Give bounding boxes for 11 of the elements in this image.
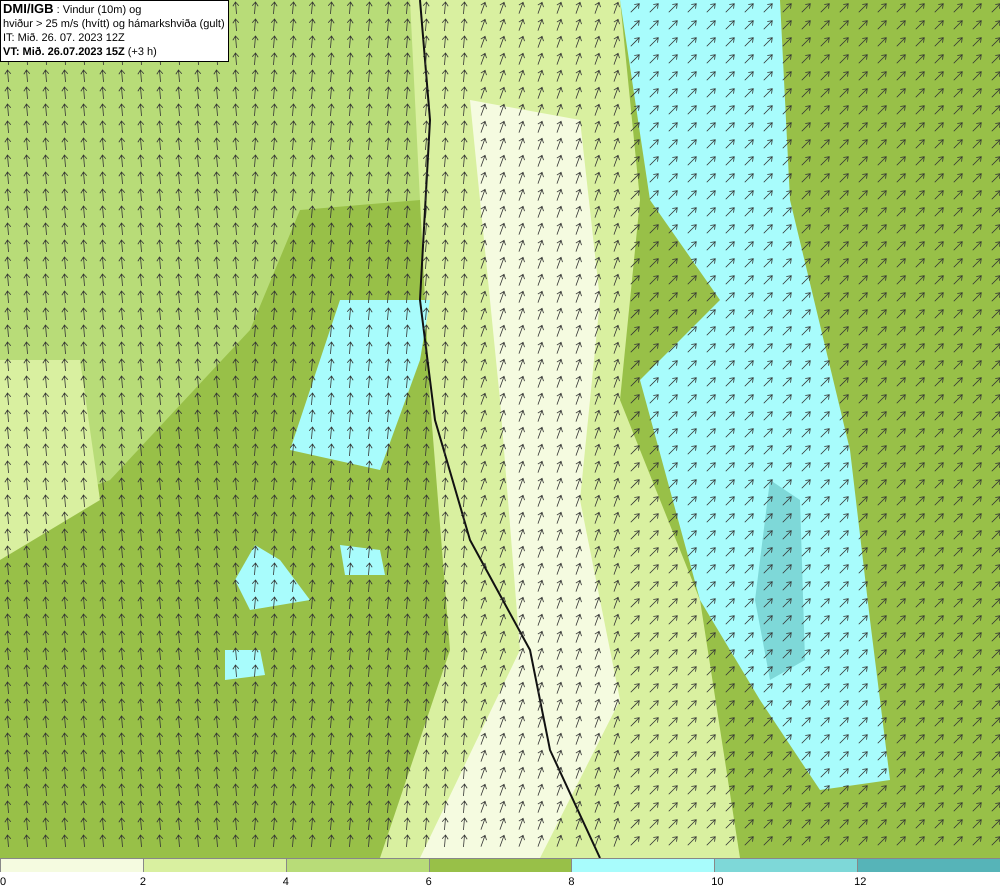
- legend-label: 2: [140, 876, 146, 887]
- info-text: IT: Mið. 26. 07. 2023 12Z: [3, 31, 126, 45]
- info-text: VT: Mið. 26.07.2023 15Z (+3 h): [3, 45, 158, 59]
- info-text: hviður > 25 m/s (hvítt) og hámarkshviða (gult): [3, 17, 225, 31]
- info-text: DMI/IGB : Vindur (10m) og: [3, 2, 142, 17]
- legend-label: 10: [711, 876, 724, 887]
- legend-label: 8: [568, 876, 575, 887]
- legend-label: 0: [0, 876, 6, 887]
- legend-label: 4: [282, 876, 289, 887]
- legend-label: 6: [426, 876, 432, 887]
- legend-label: 12: [854, 876, 866, 887]
